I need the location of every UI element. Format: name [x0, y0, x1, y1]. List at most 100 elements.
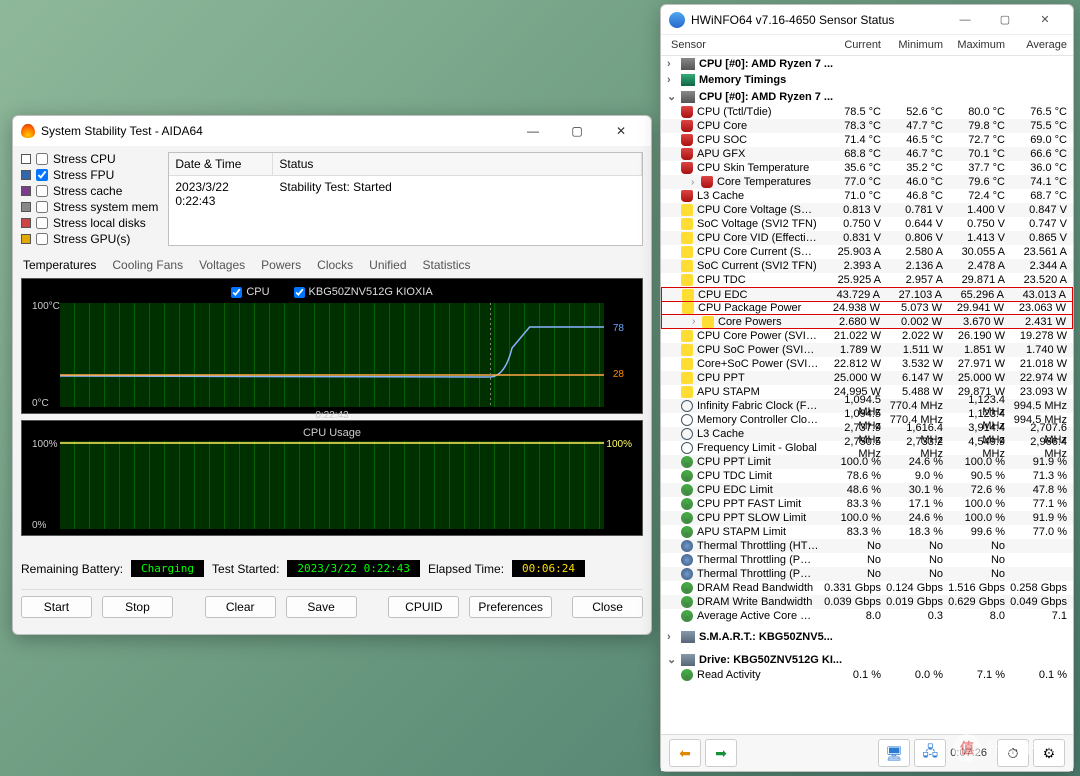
- sensor-row[interactable]: CPU EDC 43.729 A 27.103 A 65.296 A 43.01…: [661, 287, 1073, 301]
- sensor-group[interactable]: ⌄CPU [#0]: AMD Ryzen 7 ...: [661, 88, 1073, 105]
- stress-option-1[interactable]: Stress FPU: [21, 168, 158, 182]
- minimize-button[interactable]: —: [945, 6, 985, 34]
- sensor-row[interactable]: Core+SoC Power (SVI2 T... 22.812 W 3.532…: [661, 357, 1073, 371]
- sensor-row[interactable]: CPU Core Current (SVI2 ... 25.903 A 2.58…: [661, 245, 1073, 259]
- sensor-row[interactable]: CPU Core VID (Effective) 0.831 V 0.806 V…: [661, 231, 1073, 245]
- sensor-row[interactable]: Frequency Limit - Global 2,750.5 MHz 2,7…: [661, 441, 1073, 455]
- next-button[interactable]: ➡: [705, 739, 737, 767]
- volt-icon: [681, 218, 693, 230]
- sensor-row[interactable]: Average Active Core Count 8.0 0.3 8.0 7.…: [661, 609, 1073, 623]
- hdr-maximum[interactable]: Maximum: [943, 39, 1005, 51]
- sensor-row[interactable]: APU STAPM Limit 83.3 % 18.3 % 99.6 % 77.…: [661, 525, 1073, 539]
- sensor-row[interactable]: L3 Cache 71.0 °C 46.8 °C 72.4 °C 68.7 °C: [661, 189, 1073, 203]
- sensor-max: 1.400 V: [943, 204, 1005, 216]
- stress-swatch: [21, 170, 31, 180]
- sensor-row[interactable]: Thermal Throttling (HTC) No No No: [661, 539, 1073, 553]
- sensor-current: 0.331 Gbps: [819, 582, 881, 594]
- stress-swatch: [21, 218, 31, 228]
- sensor-current: 25.925 A: [819, 274, 881, 286]
- sensor-name: Infinity Fabric Clock (FCLK): [697, 400, 819, 412]
- screen-button[interactable]: 🖥: [878, 739, 910, 767]
- hdr-minimum[interactable]: Minimum: [881, 39, 943, 51]
- sensor-row[interactable]: CPU SOC 71.4 °C 46.5 °C 72.7 °C 69.0 °C: [661, 133, 1073, 147]
- hwinfo-titlebar[interactable]: HWiNFO64 v7.16-4650 Sensor Status — ▢ ✕: [661, 5, 1073, 35]
- tab-cooling-fans[interactable]: Cooling Fans: [110, 256, 185, 274]
- sensor-row[interactable]: Thermal Throttling (PRO... No No No: [661, 553, 1073, 567]
- tab-statistics[interactable]: Statistics: [421, 256, 473, 274]
- volt-icon: [681, 344, 693, 356]
- sensor-row[interactable]: DRAM Write Bandwidth 0.039 Gbps 0.019 Gb…: [661, 595, 1073, 609]
- cpu-value-100: 100%: [606, 439, 632, 450]
- sensor-row[interactable]: CPU Skin Temperature 35.6 °C 35.2 °C 37.…: [661, 161, 1073, 175]
- stop-button[interactable]: Stop: [102, 596, 173, 618]
- sensor-row[interactable]: CPU PPT 25.000 W 6.147 W 25.000 W 22.974…: [661, 371, 1073, 385]
- sensor-row[interactable]: CPU Core Power (SVI2 T... 21.022 W 2.022…: [661, 329, 1073, 343]
- stress-option-0[interactable]: Stress CPU: [21, 152, 158, 166]
- stress-checkbox[interactable]: [36, 217, 48, 229]
- sensor-current: 71.4 °C: [819, 134, 881, 146]
- sensor-row[interactable]: CPU TDC Limit 78.6 % 9.0 % 90.5 % 71.3 %: [661, 469, 1073, 483]
- sensor-row[interactable]: CPU Core 78.3 °C 47.7 °C 79.8 °C 75.5 °C: [661, 119, 1073, 133]
- stress-option-5[interactable]: Stress GPU(s): [21, 232, 158, 246]
- sensor-group[interactable]: ›Memory Timings: [661, 72, 1073, 88]
- stress-option-3[interactable]: Stress system mem: [21, 200, 158, 214]
- stress-checkbox[interactable]: [36, 233, 48, 245]
- close-dialog-button[interactable]: Close: [572, 596, 643, 618]
- stress-checkbox[interactable]: [36, 201, 48, 213]
- sensor-row[interactable]: CPU PPT FAST Limit 83.3 % 17.1 % 100.0 %…: [661, 497, 1073, 511]
- sensor-group[interactable]: ⌄Drive: KBG50ZNV512G KI...: [661, 651, 1073, 668]
- sensor-row[interactable]: SoC Current (SVI2 TFN) 2.393 A 2.136 A 2…: [661, 259, 1073, 273]
- sensor-row[interactable]: › Core Powers 2.680 W 0.002 W 3.670 W 2.…: [661, 315, 1073, 329]
- sensor-row[interactable]: SoC Voltage (SVI2 TFN) 0.750 V 0.644 V 0…: [661, 217, 1073, 231]
- sensor-tree[interactable]: ›CPU [#0]: AMD Ryzen 7 ...›Memory Timing…: [661, 56, 1073, 734]
- aida64-titlebar[interactable]: System Stability Test - AIDA64 — ▢ ✕: [13, 116, 651, 146]
- minimize-button[interactable]: —: [511, 117, 555, 145]
- tab-powers[interactable]: Powers: [259, 256, 303, 274]
- sensor-avg: 91.9 %: [1005, 456, 1067, 468]
- stress-option-4[interactable]: Stress local disks: [21, 216, 158, 230]
- tab-voltages[interactable]: Voltages: [197, 256, 247, 274]
- network-button[interactable]: 🖧: [914, 739, 946, 767]
- maximize-button[interactable]: ▢: [985, 6, 1025, 34]
- sensor-row[interactable]: CPU (Tctl/Tdie) 78.5 °C 52.6 °C 80.0 °C …: [661, 105, 1073, 119]
- sensor-row[interactable]: CPU Core Voltage (SVI2 ... 0.813 V 0.781…: [661, 203, 1073, 217]
- legend-ssd-checkbox[interactable]: [294, 287, 305, 298]
- sensor-row[interactable]: DRAM Read Bandwidth 0.331 Gbps 0.124 Gbp…: [661, 581, 1073, 595]
- save-button[interactable]: Save: [286, 596, 357, 618]
- sensor-row[interactable]: APU GFX 68.8 °C 46.7 °C 70.1 °C 66.6 °C: [661, 147, 1073, 161]
- sensor-row[interactable]: CPU PPT SLOW Limit 100.0 % 24.6 % 100.0 …: [661, 511, 1073, 525]
- stress-option-2[interactable]: Stress cache: [21, 184, 158, 198]
- stress-checkbox[interactable]: [36, 169, 48, 181]
- tab-unified[interactable]: Unified: [367, 256, 408, 274]
- sensor-row[interactable]: CPU SoC Power (SVI2 TFN) 1.789 W 1.511 W…: [661, 343, 1073, 357]
- tab-clocks[interactable]: Clocks: [315, 256, 355, 274]
- close-button[interactable]: ✕: [1025, 6, 1065, 34]
- hdr-average[interactable]: Average: [1005, 39, 1067, 51]
- cpuid-button[interactable]: CPUID: [388, 596, 459, 618]
- sensor-row[interactable]: CPU PPT Limit 100.0 % 24.6 % 100.0 % 91.…: [661, 455, 1073, 469]
- sensor-row[interactable]: CPU Package Power 24.938 W 5.073 W 29.94…: [661, 301, 1073, 315]
- prev-button[interactable]: ⬅: [669, 739, 701, 767]
- close-button[interactable]: ✕: [599, 117, 643, 145]
- volt-icon: [681, 386, 693, 398]
- sensor-group[interactable]: ›S.M.A.R.T.: KBG50ZNV5...: [661, 629, 1073, 645]
- maximize-button[interactable]: ▢: [555, 117, 599, 145]
- sensor-row[interactable]: Thermal Throttling (PRO... No No No: [661, 567, 1073, 581]
- stress-checkbox[interactable]: [36, 153, 48, 165]
- sensor-row[interactable]: Read Activity 0.1 % 0.0 % 7.1 % 0.1 %: [661, 668, 1073, 682]
- aida64-icon: [21, 124, 35, 138]
- sensor-group[interactable]: ›CPU [#0]: AMD Ryzen 7 ...: [661, 56, 1073, 72]
- tab-temperatures[interactable]: Temperatures: [21, 256, 98, 274]
- sensor-row[interactable]: CPU EDC Limit 48.6 % 30.1 % 72.6 % 47.8 …: [661, 483, 1073, 497]
- temperature-chart: 100°C 0°C 78 28 0:22:43: [60, 303, 604, 407]
- clear-button[interactable]: Clear: [205, 596, 276, 618]
- hdr-current[interactable]: Current: [819, 39, 881, 51]
- start-button[interactable]: Start: [21, 596, 92, 618]
- sensor-row[interactable]: › Core Temperatures 77.0 °C 46.0 °C 79.6…: [661, 175, 1073, 189]
- hdr-sensor[interactable]: Sensor: [671, 39, 819, 51]
- legend-cpu-checkbox[interactable]: [231, 287, 242, 298]
- sensor-row[interactable]: CPU TDC 25.925 A 2.957 A 29.871 A 23.520…: [661, 273, 1073, 287]
- preferences-button[interactable]: Preferences: [469, 596, 552, 618]
- stress-checkbox[interactable]: [36, 185, 48, 197]
- log-hdr-datetime: Date & Time: [169, 153, 273, 175]
